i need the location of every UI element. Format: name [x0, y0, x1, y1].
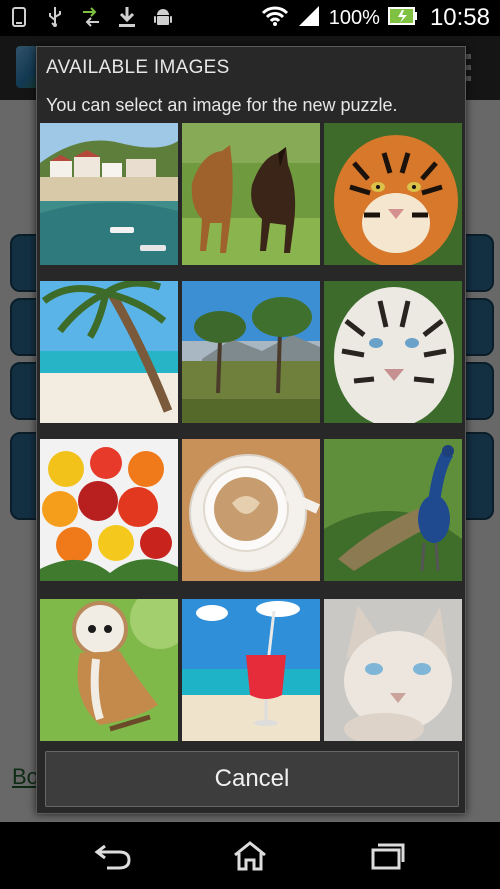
battery-percent: 100% — [328, 6, 380, 29]
android-icon — [152, 6, 174, 28]
image-tile-owl[interactable] — [40, 599, 178, 741]
wifi-icon — [261, 5, 289, 31]
image-tile-palm-beach[interactable] — [40, 281, 178, 423]
status-bar: 100% 10:58 — [0, 0, 500, 36]
dialog-title: AVAILABLE IMAGES — [46, 57, 230, 78]
image-tile-peacock[interactable] — [324, 439, 462, 581]
image-tile-beach-drink[interactable] — [182, 599, 320, 741]
navigation-bar — [0, 822, 500, 889]
image-tile-horses[interactable] — [182, 123, 320, 265]
image-tile-coffee-cup[interactable] — [182, 439, 320, 581]
image-tile-tiger[interactable] — [324, 123, 462, 265]
cancel-button[interactable]: Cancel — [45, 751, 459, 807]
image-picker-dialog: AVAILABLE IMAGES You can select an image… — [36, 46, 466, 814]
image-tile-siamese-cat[interactable] — [324, 599, 462, 741]
image-tile-roses-bouquet[interactable] — [40, 439, 178, 581]
image-tile-savanna-trees[interactable] — [182, 281, 320, 423]
home-icon[interactable] — [225, 836, 275, 876]
data-transfer-icon — [80, 6, 102, 28]
recent-apps-icon[interactable] — [362, 836, 412, 876]
phone-icon — [8, 6, 30, 28]
back-icon[interactable] — [88, 836, 138, 876]
clock: 10:58 — [429, 4, 490, 31]
usb-icon — [44, 6, 66, 28]
battery-icon — [387, 5, 418, 31]
download-icon — [116, 6, 138, 28]
image-tile-white-tiger[interactable] — [324, 281, 462, 423]
signal-icon — [297, 5, 321, 31]
image-grid — [40, 123, 462, 741]
image-tile-harbor-town[interactable] — [40, 123, 178, 265]
dialog-subtitle: You can select an image for the new puzz… — [46, 95, 398, 115]
